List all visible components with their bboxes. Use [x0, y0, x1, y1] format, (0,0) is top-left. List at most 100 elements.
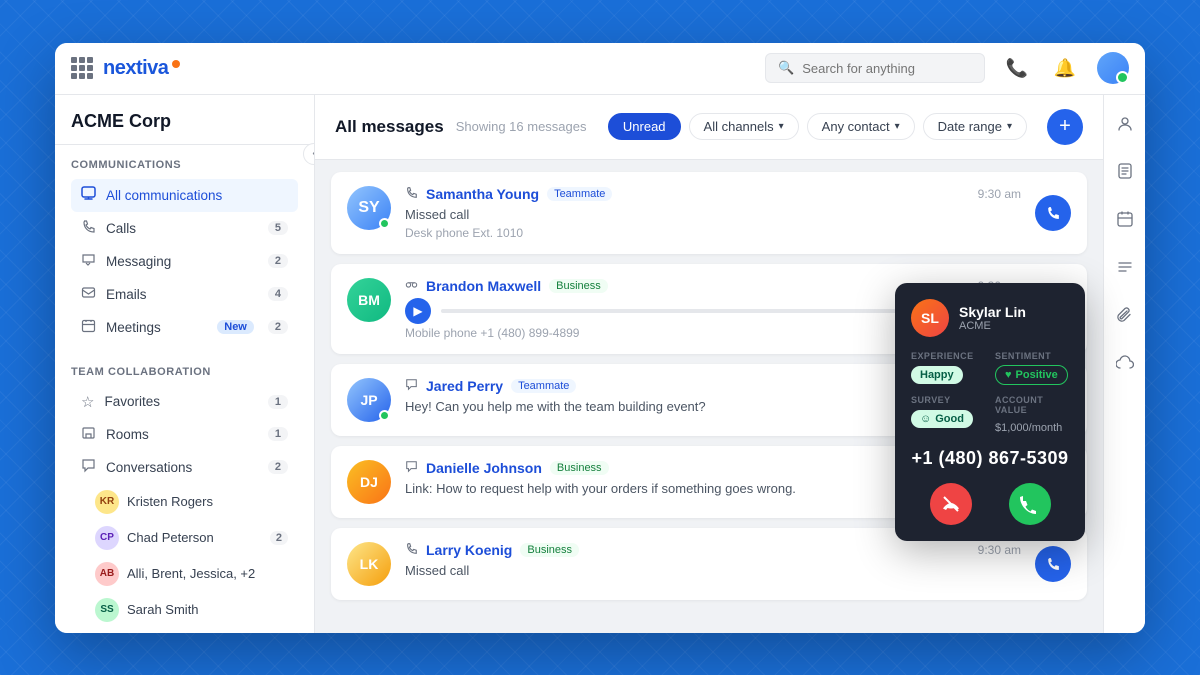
cloud-icon[interactable]	[1109, 347, 1141, 379]
search-bar[interactable]: 🔍	[765, 53, 985, 83]
conversations-badge: 2	[268, 460, 288, 474]
sidebar-item-rooms[interactable]: Rooms 1	[71, 418, 298, 451]
sub-item-label: Sarah Smith	[127, 602, 199, 617]
sub-item-label: Kristen Rogers	[127, 494, 213, 509]
chad-badge: 2	[270, 531, 288, 545]
search-icon: 🔍	[778, 60, 794, 76]
danielle-avatar: DJ	[347, 460, 391, 504]
message-card[interactable]: SY Samantha Young Teammate 9:30 am Mis	[331, 172, 1087, 254]
sub-item-will[interactable]: WW Will Williams	[71, 628, 298, 633]
sub-item-alli[interactable]: AB Alli, Brent, Jessica, +2	[71, 556, 298, 592]
top-bar: nextiva 🔍 📞 🔔	[55, 43, 1145, 95]
contact-icon[interactable]	[1109, 107, 1141, 139]
sender-tag: Business	[520, 543, 579, 557]
sub-item-chad[interactable]: CP Chad Peterson 2	[71, 520, 298, 556]
answer-call-btn[interactable]	[1009, 483, 1051, 525]
logo: nextiva	[103, 57, 180, 80]
popup-name-area: Skylar Lin ACME	[959, 304, 1026, 332]
message-time: 9:30 am	[978, 543, 1021, 557]
call-channel-icon	[405, 542, 418, 558]
sidebar-item-emails[interactable]: Emails 4	[71, 278, 298, 311]
messaging-badge: 2	[268, 254, 288, 268]
add-message-btn[interactable]: +	[1047, 109, 1083, 145]
top-bar-actions: 📞 🔔	[1001, 52, 1129, 84]
popup-phone-number: +1 (480) 867-5309	[911, 448, 1069, 469]
document-icon[interactable]	[1109, 155, 1141, 187]
sidebar-item-label: Favorites	[104, 394, 160, 409]
experience-label: EXPERIENCE	[911, 351, 985, 361]
message-header: Samantha Young Teammate 9:30 am	[405, 186, 1021, 202]
filter-date-btn[interactable]: Date range ▾	[923, 113, 1027, 140]
search-input[interactable]	[802, 61, 972, 76]
message-body: Larry Koenig Business 9:30 am Missed cal…	[405, 542, 1021, 580]
phone-icon[interactable]: 📞	[1001, 52, 1033, 84]
sidebar-item-label: Messaging	[106, 254, 171, 269]
collapse-btn[interactable]: ‹	[303, 143, 315, 165]
user-avatar[interactable]	[1097, 52, 1129, 84]
messages-title: All messages	[335, 117, 444, 137]
meetings-icon	[81, 318, 96, 337]
sub-item-label: Chad Peterson	[127, 530, 214, 545]
chat-channel-icon	[405, 378, 418, 394]
favorites-badge: 1	[268, 395, 288, 409]
experience-value: Happy	[911, 366, 963, 384]
sidebar-item-label: Calls	[106, 221, 136, 236]
call-action-btn[interactable]	[1035, 546, 1071, 582]
message-text: Missed call	[405, 562, 1021, 580]
rooms-badge: 1	[268, 427, 288, 441]
sidebar-item-messaging[interactable]: Messaging 2	[71, 245, 298, 278]
grid-menu-icon[interactable]	[71, 57, 93, 79]
sidebar-item-label: Rooms	[106, 427, 149, 442]
message-subtext: Desk phone Ext. 1010	[405, 226, 1021, 240]
call-action-btn[interactable]	[1035, 195, 1071, 231]
call-channel-icon	[405, 186, 418, 202]
avatar-initials: LK	[360, 556, 379, 572]
online-indicator	[379, 218, 390, 229]
sidebar-item-favorites[interactable]: ☆ Favorites 1	[71, 386, 298, 418]
sidebar-item-meetings[interactable]: Meetings New 2	[71, 311, 298, 344]
logo-dot	[172, 60, 180, 68]
account-value-label: ACCOUNT VALUE	[995, 395, 1069, 415]
play-btn[interactable]: ▶	[405, 298, 431, 324]
chevron-down-icon: ▾	[895, 121, 900, 132]
survey-label: SURVEY	[911, 395, 985, 405]
list-icon[interactable]	[1109, 251, 1141, 283]
sender-tag: Business	[550, 461, 609, 475]
sub-item-sarah[interactable]: SS Sarah Smith	[71, 592, 298, 628]
sender-tag: Teammate	[511, 379, 576, 393]
popup-contact-company: ACME	[959, 320, 1026, 332]
meetings-new-badge: New	[217, 320, 254, 334]
sarah-avatar: SS	[95, 598, 119, 622]
logo-text: nextiva	[103, 57, 168, 80]
bell-icon[interactable]: 🔔	[1049, 52, 1081, 84]
sidebar-item-all-communications[interactable]: All communications	[71, 179, 298, 212]
sender-name: Samantha Young	[426, 186, 539, 202]
sidebar-item-calls[interactable]: Calls 5	[71, 212, 298, 245]
survey-cell: SURVEY ☺ Good	[911, 395, 985, 434]
contact-popup: SL Skylar Lin ACME EXPERIENCE Happy SENT…	[895, 283, 1085, 541]
kristen-avatar: KR	[95, 490, 119, 514]
larry-avatar: LK	[347, 542, 391, 586]
sub-item-kristen[interactable]: KR Kristen Rogers	[71, 484, 298, 520]
team-section: Team collaboration ☆ Favorites 1 Rooms 1	[55, 352, 314, 633]
emails-icon	[81, 285, 96, 304]
sender-name: Jared Perry	[426, 378, 503, 394]
voicemail-channel-icon	[405, 278, 418, 294]
popup-contact-info: SL Skylar Lin ACME	[911, 299, 1069, 337]
avatar-initials: DJ	[360, 474, 378, 490]
chad-avatar: CP	[95, 526, 119, 550]
decline-call-btn[interactable]	[930, 483, 972, 525]
sidebar-item-label: Meetings	[106, 320, 161, 335]
right-panel	[1103, 95, 1145, 633]
filter-contact-btn[interactable]: Any contact ▾	[807, 113, 915, 140]
jared-avatar: JP	[347, 378, 391, 422]
communications-title: Communications	[71, 159, 298, 171]
sender-tag: Teammate	[547, 187, 612, 201]
attachment-icon[interactable]	[1109, 299, 1141, 331]
calendar-icon[interactable]	[1109, 203, 1141, 235]
filter-channels-btn[interactable]: All channels ▾	[689, 113, 799, 140]
filter-unread-btn[interactable]: Unread	[608, 113, 681, 140]
message-body: Samantha Young Teammate 9:30 am Missed c…	[405, 186, 1021, 240]
all-comms-icon	[81, 186, 96, 205]
sidebar-item-conversations[interactable]: Conversations 2	[71, 451, 298, 484]
